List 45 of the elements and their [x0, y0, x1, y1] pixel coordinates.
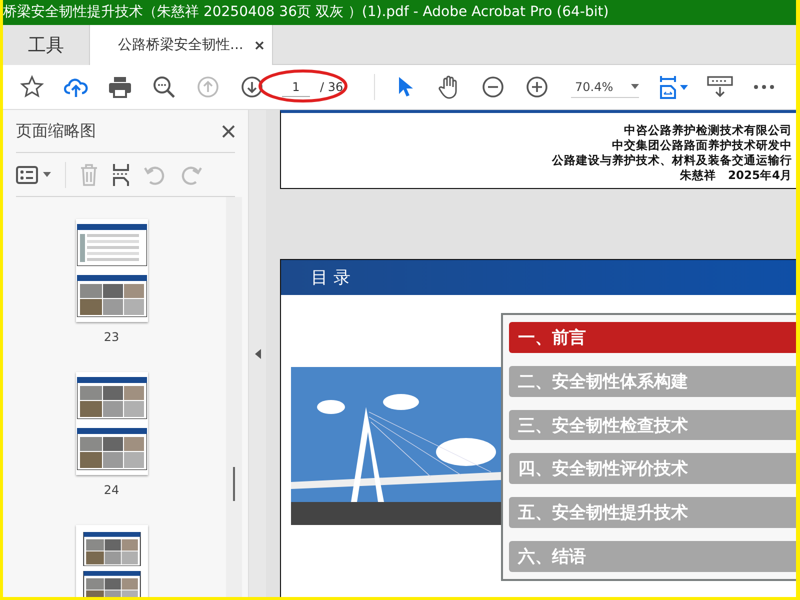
page-thumbnail[interactable]: [76, 372, 148, 475]
cover-text: 朱慈祥 2025年4月: [680, 168, 792, 183]
tab[interactable]: 公路桥梁安全韧性...: [90, 25, 273, 65]
caret-icon: [43, 172, 51, 177]
pointer-icon[interactable]: [397, 76, 413, 98]
hand-icon[interactable]: [438, 75, 460, 99]
zoom-out-icon[interactable]: [482, 76, 504, 98]
page-number-label: 23: [104, 330, 120, 344]
window-title: 桥梁安全韧性提升技术（朱慈祥 20250408 36页 双灰 ）(1).pdf - Adobe Acrobat Pro (64-bit): [3, 3, 610, 22]
caret-icon: [631, 84, 639, 89]
cover-text: 公路建设与养护技术、材料及装备交通运输行: [552, 153, 792, 168]
collapse-arrow-icon[interactable]: [254, 348, 260, 358]
page-total: / 36: [320, 80, 344, 94]
print-icon[interactable]: [108, 76, 132, 98]
cloud-upload-icon[interactable]: [64, 76, 88, 98]
contents-item: 六、结语: [509, 541, 796, 572]
contents-item: 四、安全韧性评价技术: [509, 453, 796, 484]
read-mode-icon[interactable]: [707, 76, 733, 98]
page-number-label: 24: [104, 483, 120, 497]
contents-item: 三、安全韧性检查技术: [509, 410, 796, 440]
contents-item: 五、安全韧性提升技术: [509, 497, 796, 528]
more-icon[interactable]: [754, 85, 774, 89]
page-thumbnail[interactable]: [76, 219, 148, 322]
contents-item: 二、安全韧性体系构建: [509, 366, 796, 397]
caret-icon: [680, 84, 688, 90]
search-icon[interactable]: [152, 75, 176, 99]
page-number-field[interactable]: 1: [282, 78, 310, 96]
close-icon[interactable]: [255, 40, 264, 50]
list-icon: [16, 166, 38, 184]
fit-width-button[interactable]: [659, 75, 688, 99]
panel-title: 页面缩略图: [16, 120, 96, 142]
slide-title: 目 录: [311, 267, 350, 289]
options-dropdown[interactable]: [16, 166, 51, 184]
scrollbar[interactable]: [226, 197, 242, 597]
page-thumbnail[interactable]: [76, 525, 148, 597]
zoom-in-icon[interactable]: [526, 76, 548, 98]
fit-page-icon: [659, 75, 677, 99]
tab[interactable]: 工具: [3, 25, 90, 65]
zoom-dropdown[interactable]: 70.4%: [571, 76, 639, 98]
cover-text: 中咨公路养护检测技术有限公司: [624, 123, 792, 138]
contents-item: 一、前言: [509, 322, 796, 353]
extract-pages-icon[interactable]: [112, 162, 130, 186]
star-icon[interactable]: [20, 75, 44, 99]
close-icon[interactable]: [222, 124, 235, 138]
cover-text: 中交集团公路路面养护技术研发中: [612, 138, 792, 153]
